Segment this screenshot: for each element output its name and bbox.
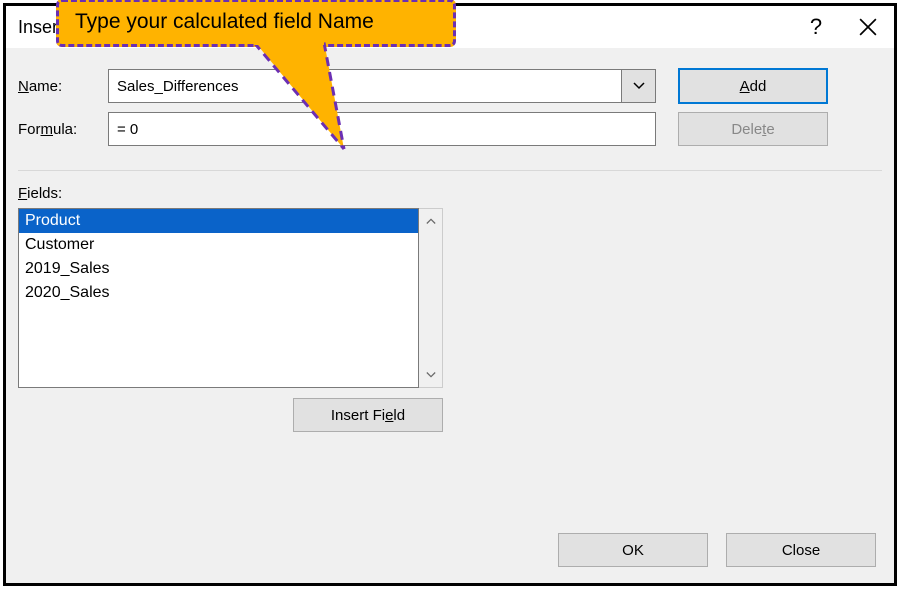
help-icon: ? [810,14,822,40]
formula-input[interactable] [108,112,656,146]
formula-row: Formula: Delete [18,112,882,146]
dialog-window: Insert Calculated Field ? Name: [3,3,897,586]
fields-label: Fields: [18,185,882,202]
callout-text: Type your calculated field Name [75,10,374,33]
close-dialog-button[interactable]: Close [726,533,876,567]
delete-button: Delete [678,112,828,146]
name-row: Name: Add [18,68,882,104]
fields-list[interactable]: Product Customer 2019_Sales 2020_Sales [18,208,419,388]
chevron-up-icon [426,217,436,225]
list-item[interactable]: Customer [19,233,418,257]
fields-scrollbar[interactable] [419,208,443,388]
name-input-group [108,69,656,103]
chevron-down-icon [633,82,645,90]
scroll-down-button[interactable] [419,363,442,387]
divider [18,170,882,171]
help-button[interactable]: ? [790,6,842,48]
list-item[interactable]: 2020_Sales [19,281,418,305]
add-button-wrap: Add [678,68,828,104]
scroll-up-button[interactable] [419,209,442,233]
close-icon [859,18,877,36]
name-dropdown-button[interactable] [622,69,656,103]
insert-field-button[interactable]: Insert Field [293,398,443,432]
dialog-body: Name: Add Formula: Delete [6,48,894,583]
footer-buttons: OK Close [558,533,876,567]
add-button[interactable]: Add [678,68,828,104]
chevron-down-icon [426,371,436,379]
delete-button-wrap: Delete [678,112,828,146]
ok-button[interactable]: OK [558,533,708,567]
name-input[interactable] [108,69,622,103]
annotation-callout: Type your calculated field Name [56,0,456,47]
formula-label: Formula: [18,121,108,138]
title-controls: ? [790,6,894,48]
callout-box: Type your calculated field Name [56,0,456,47]
insert-field-row: Insert Field [18,398,443,432]
list-item[interactable]: 2019_Sales [19,257,418,281]
name-label: Name: [18,78,108,95]
fields-box: Product Customer 2019_Sales 2020_Sales [18,208,443,388]
list-item[interactable]: Product [19,209,418,233]
close-button[interactable] [842,6,894,48]
